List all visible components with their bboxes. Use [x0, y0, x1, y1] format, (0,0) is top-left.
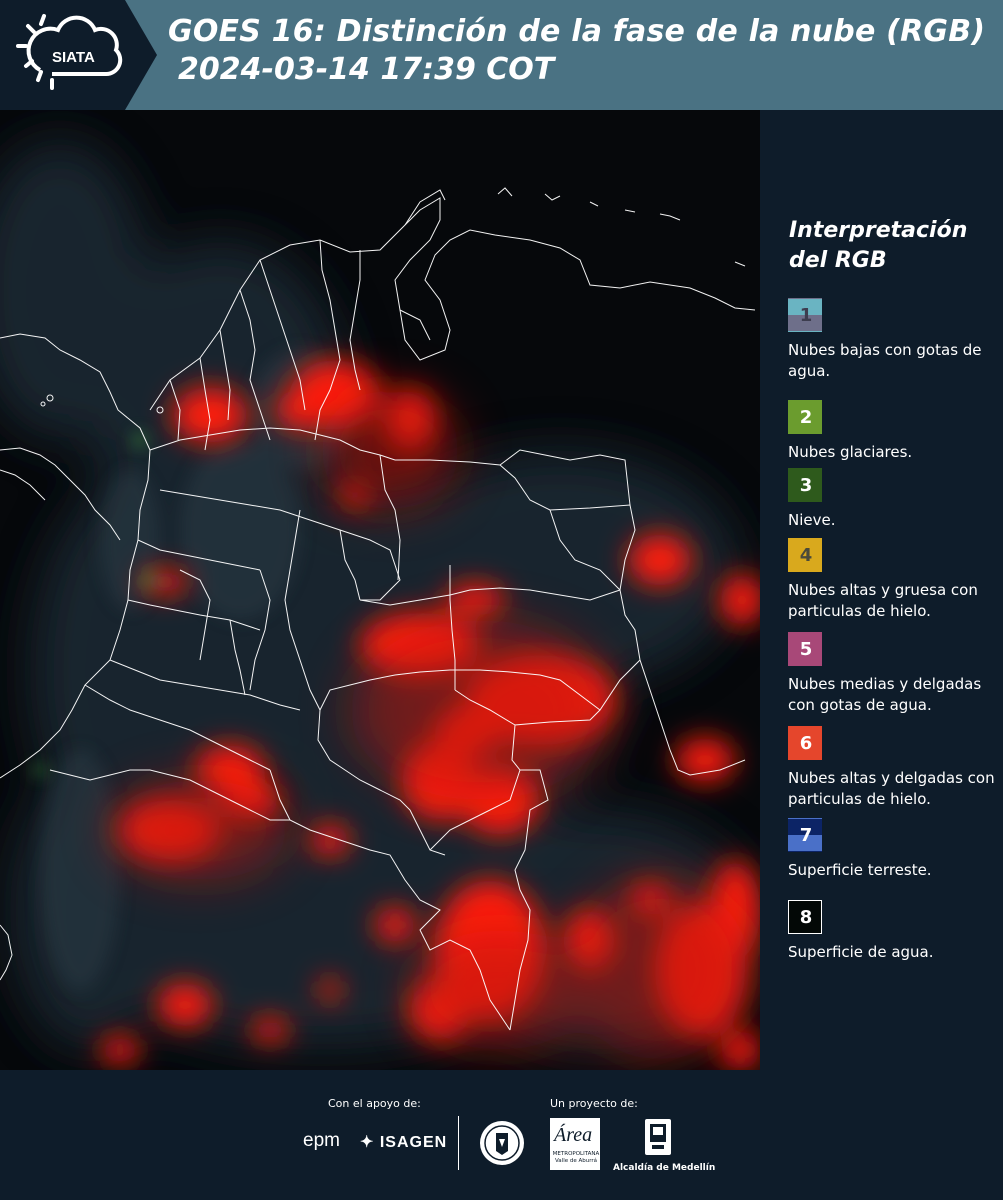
legend-swatch: 7 — [788, 818, 822, 852]
legend-item-2: 2 Nubes glaciares. — [788, 400, 998, 463]
legend-number: 1 — [799, 305, 813, 326]
area-metropolitana-logo: Área METROPOLITANA Valle de Aburrá — [550, 1118, 600, 1170]
isagen-icon: ✦ — [360, 1134, 375, 1151]
legend-label: Nieve. — [788, 511, 836, 529]
legend-title: Interpretación del RGB — [789, 218, 968, 273]
legend-swatch: 6 — [788, 726, 822, 760]
support-label: Con el apoyo de: — [328, 1097, 421, 1110]
satellite-map — [0, 110, 760, 1070]
legend-swatch: 8 — [788, 900, 822, 934]
legend-item-7: 7 Superficie terreste. — [788, 818, 998, 881]
legend-number: 7 — [799, 825, 813, 846]
legend-item-3: 3 Nieve. — [788, 468, 998, 531]
legend-number: 8 — [799, 907, 813, 928]
alcaldia-medellin-logo: Alcaldía de Medellín — [613, 1118, 716, 1173]
legend-number: 2 — [799, 407, 813, 428]
legend-label: Nubes medias y delgadas con gotas de agu… — [788, 675, 982, 714]
legend-item-8: 8 Superficie de agua. — [788, 900, 998, 963]
legend-label: Nubes glaciares. — [788, 443, 913, 461]
legend-item-1: 1 Nubes bajas con gotas de agua. — [788, 298, 998, 382]
footer-bar: Con el apoyo de: epm ✦ ISAGEN Un proyect… — [0, 1070, 1003, 1200]
legend-label: Nubes altas y delgadas con particulas de… — [788, 769, 995, 808]
legend-label: Superficie terreste. — [788, 861, 932, 879]
legend-label: Nubes bajas con gotas de agua. — [788, 341, 982, 380]
legend-number: 6 — [799, 733, 813, 754]
isagen-logo: ✦ ISAGEN — [360, 1132, 447, 1152]
legend-item-6: 6 Nubes altas y delgadas con particulas d… — [788, 726, 998, 810]
project-label: Un proyecto de: — [550, 1097, 638, 1110]
legend-label: Superficie de agua. — [788, 943, 934, 961]
legend-label: Nubes altas y gruesa con particulas de h… — [788, 581, 978, 620]
legend-number: 5 — [799, 639, 813, 660]
siata-logo: SIATA — [0, 0, 157, 110]
legend-swatch: 3 — [788, 468, 822, 502]
isagen-text: ISAGEN — [379, 1134, 448, 1151]
legend-swatch: 4 — [788, 538, 822, 572]
epm-logo: epm — [303, 1130, 340, 1151]
medellin-shield-icon — [645, 1119, 671, 1155]
area-logo-text: Área — [554, 1124, 593, 1146]
legend-item-4: 4 Nubes altas y gruesa con particulas de … — [788, 538, 998, 622]
university-seal-logo — [480, 1121, 524, 1165]
legend-swatch: 5 — [788, 632, 822, 666]
siata-logo-text: SIATA — [52, 49, 95, 66]
legend-swatch: 1 — [788, 298, 822, 332]
area-logo-subtext: METROPOLITANA Valle de Aburrá — [552, 1151, 600, 1164]
header-bar: SIATA GOES 16: Distinción de la fase de … — [0, 0, 1003, 110]
footer-divider — [458, 1116, 459, 1170]
medellin-label: Alcaldía de Medellín — [613, 1163, 716, 1173]
legend-panel: Interpretación del RGB 1 Nubes bajas con … — [760, 110, 1003, 1070]
legend-number: 3 — [799, 475, 813, 496]
legend-swatch: 2 — [788, 400, 822, 434]
legend-number: 4 — [799, 545, 813, 566]
legend-item-5: 5 Nubes medias y delgadas con gotas de ag… — [788, 632, 998, 716]
page-title: GOES 16: Distinción de la fase de la nub… — [168, 14, 986, 49]
timestamp: 2024-03-14 17:39 COT — [178, 52, 555, 87]
